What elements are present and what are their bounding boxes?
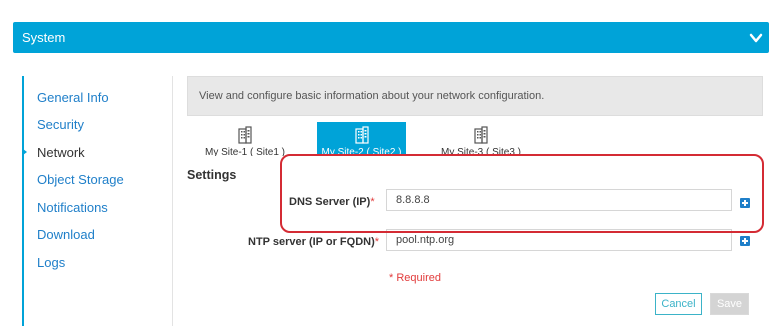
tab-site-3[interactable]: My Site-3 ( Site3 ) <box>421 122 541 156</box>
sidebar-item-label: Network <box>37 145 85 160</box>
required-note: * Required <box>389 272 441 284</box>
required-mark: * <box>370 196 375 208</box>
sidebar-item-object-storage[interactable]: Object Storage <box>37 172 124 187</box>
sidebar-item-general-info[interactable]: General Info <box>37 90 109 105</box>
tab-site-1[interactable]: My Site-1 ( Site1 ) <box>185 122 305 156</box>
dns-server-input[interactable] <box>386 189 732 211</box>
add-dns-icon[interactable] <box>740 198 750 208</box>
tab-site-2[interactable]: My Site-2 ( Site2 ) <box>317 122 406 156</box>
sidebar-item-label: Object Storage <box>37 172 124 187</box>
sidebar-item-label: General Info <box>37 90 109 105</box>
ntp-server-input[interactable] <box>386 229 732 251</box>
tab-label: My Site-1 ( Site1 ) <box>204 147 286 156</box>
chevron-down-icon[interactable] <box>749 31 763 45</box>
tab-label: My Site-2 ( Site2 ) <box>321 147 402 156</box>
system-section-header[interactable]: System <box>13 22 769 53</box>
building-icon <box>474 126 488 144</box>
save-button[interactable]: Save <box>710 293 749 315</box>
sidebar-item-network[interactable]: Network <box>23 145 85 160</box>
tab-label: My Site-3 ( Site3 ) <box>440 147 522 156</box>
sidebar-item-label: Notifications <box>37 200 108 215</box>
info-text: View and configure basic information abo… <box>199 90 545 102</box>
required-mark: * <box>374 236 380 248</box>
sidebar-item-label: Security <box>37 117 84 132</box>
sidebar-item-label: Download <box>37 227 95 242</box>
settings-heading: Settings <box>187 168 237 182</box>
sidebar-item-logs[interactable]: Logs <box>37 255 65 270</box>
field-label-text: NTP server (IP or FQDN) <box>248 236 375 248</box>
content-divider <box>172 76 173 326</box>
building-icon <box>354 126 369 144</box>
field-label-text: DNS Server (IP) <box>289 196 371 208</box>
cancel-button[interactable]: Cancel <box>655 293 702 315</box>
sidebar-item-label: Logs <box>37 255 66 270</box>
building-icon <box>238 126 252 144</box>
sidebar-item-security[interactable]: Security <box>37 117 84 132</box>
dns-server-label: DNS Server (IP)* <box>289 196 375 208</box>
ntp-server-label: NTP server (IP or FQDN)* <box>248 236 379 248</box>
add-ntp-icon[interactable] <box>740 236 750 246</box>
sidebar-item-download[interactable]: Download <box>37 227 95 242</box>
section-title: System <box>22 30 66 45</box>
sidebar-item-notifications[interactable]: Notifications <box>37 200 108 215</box>
sidebar-nav: General Info Security Network Object Sto… <box>22 76 174 326</box>
info-banner: View and configure basic information abo… <box>187 76 763 116</box>
active-indicator-icon <box>23 149 27 155</box>
